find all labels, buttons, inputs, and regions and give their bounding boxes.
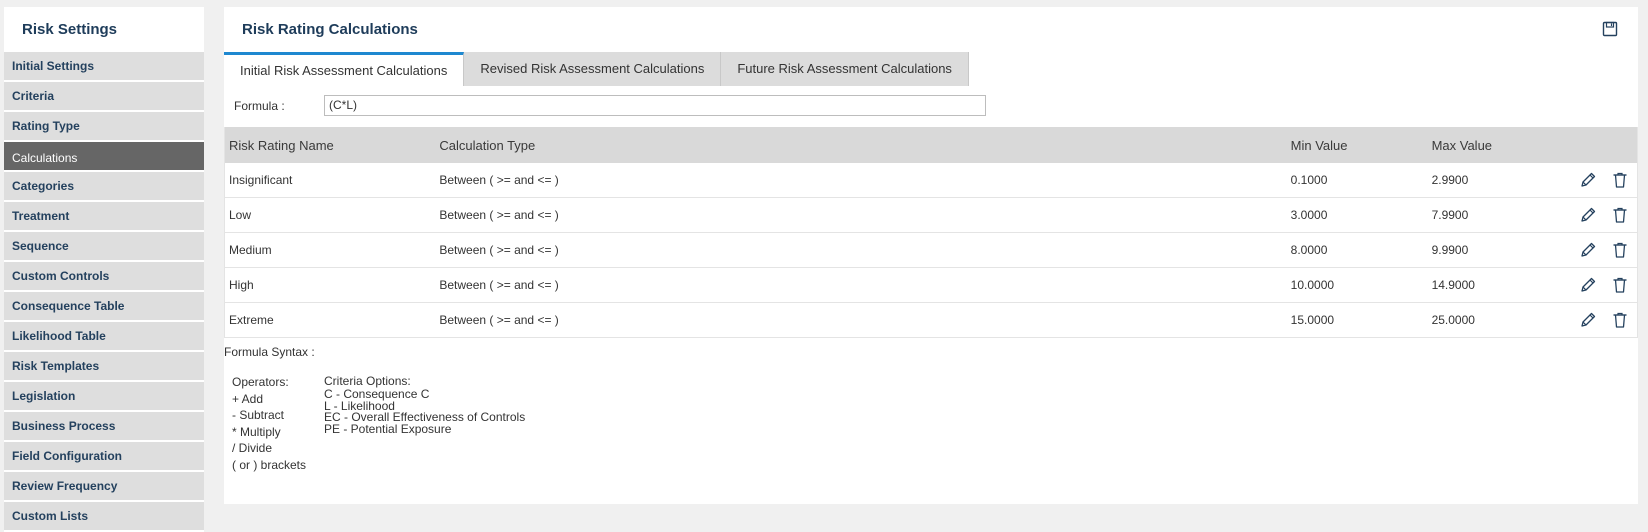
- operator-item: + Add: [232, 391, 264, 406]
- sidebar-item-consequence-table[interactable]: Consequence Table: [4, 292, 204, 322]
- edit-pencil-icon[interactable]: [1579, 171, 1597, 189]
- tab-future-risk-assessment[interactable]: Future Risk Assessment Calculations: [721, 52, 969, 86]
- sidebar-item-review-frequency[interactable]: Review Frequency: [4, 472, 204, 502]
- cell-max-value: 7.9900: [1427, 197, 1558, 233]
- sidebar-item-categories[interactable]: Categories: [4, 172, 204, 202]
- cell-risk-rating-name: Medium: [224, 232, 436, 268]
- cell-actions: [1557, 163, 1638, 198]
- sidebar-item-initial-settings[interactable]: Initial Settings: [4, 52, 204, 82]
- risk-rating-table: Risk Rating Name Calculation Type Min Va…: [224, 127, 1638, 338]
- cell-max-value: 9.9900: [1427, 232, 1558, 268]
- edit-pencil-icon[interactable]: [1579, 206, 1597, 224]
- operators-list: Operators: + Add - Subtract * Multiply /…: [232, 374, 306, 473]
- operator-item: ( or ) brackets: [232, 457, 307, 472]
- operator-item: - Subtract: [232, 408, 285, 422]
- tab-initial-risk-assessment[interactable]: Initial Risk Assessment Calculations: [224, 52, 465, 86]
- criteria-options-list: Criteria Options: C - Consequence C L - …: [324, 374, 525, 435]
- edit-pencil-icon[interactable]: [1579, 276, 1597, 294]
- cell-min-value: 10.0000: [1286, 267, 1428, 303]
- page-title: Risk Rating Calculations: [242, 21, 418, 38]
- sidebar-title: Risk Settings: [22, 21, 118, 38]
- cell-calculation-type: Between ( >= and <= ): [435, 267, 1287, 303]
- sidebar-item-sequence[interactable]: Sequence: [4, 232, 204, 262]
- table-row: High Between ( >= and <= ) 10.0000 14.9000: [224, 267, 1638, 303]
- cell-actions: [1557, 302, 1638, 338]
- cell-calculation-type: Between ( >= and <= ): [435, 232, 1287, 268]
- column-header-min-value: Min Value: [1286, 127, 1428, 163]
- cell-max-value: 2.9900: [1427, 163, 1558, 198]
- criteria-item: PE - Potential Exposure: [324, 421, 452, 436]
- formula-syntax-title: Formula Syntax :: [224, 345, 315, 359]
- column-header-actions: [1557, 127, 1638, 163]
- sidebar-item-legislation[interactable]: Legislation: [4, 382, 204, 412]
- column-header-max-value: Max Value: [1427, 127, 1558, 163]
- cell-risk-rating-name: Extreme: [224, 302, 436, 338]
- save-icon[interactable]: [1602, 21, 1618, 37]
- delete-trash-icon[interactable]: [1611, 171, 1629, 189]
- cell-actions: [1557, 232, 1638, 268]
- cell-max-value: 14.9000: [1427, 267, 1558, 303]
- cell-calculation-type: Between ( >= and <= ): [435, 302, 1287, 338]
- cell-calculation-type: Between ( >= and <= ): [435, 197, 1287, 233]
- sidebar-item-likelihood-table[interactable]: Likelihood Table: [4, 322, 204, 352]
- formula-label: Formula :: [234, 99, 285, 113]
- cell-min-value: 8.0000: [1286, 232, 1428, 268]
- column-header-risk-rating-name: Risk Rating Name: [224, 127, 436, 163]
- delete-trash-icon[interactable]: [1611, 241, 1629, 259]
- cell-min-value: 0.1000: [1286, 163, 1428, 198]
- sidebar-item-rating-type[interactable]: Rating Type: [4, 112, 204, 142]
- cell-calculation-type: Between ( >= and <= ): [435, 163, 1287, 198]
- delete-trash-icon[interactable]: [1611, 206, 1629, 224]
- sidebar-item-criteria[interactable]: Criteria: [4, 82, 204, 112]
- edit-pencil-icon[interactable]: [1579, 241, 1597, 259]
- formula-input[interactable]: (C*L): [324, 95, 986, 116]
- sidebar-item-calculations[interactable]: Calculations: [4, 142, 204, 172]
- delete-trash-icon[interactable]: [1611, 276, 1629, 294]
- cell-actions: [1557, 197, 1638, 233]
- cell-risk-rating-name: Low: [224, 197, 436, 233]
- sidebar-item-business-process[interactable]: Business Process: [4, 412, 204, 442]
- table-header-row: Risk Rating Name Calculation Type Min Va…: [224, 127, 1638, 163]
- table-row: Medium Between ( >= and <= ) 8.0000 9.9900: [224, 232, 1638, 268]
- operators-title: Operators:: [232, 375, 289, 389]
- operator-item: * Multiply: [232, 424, 281, 439]
- sidebar-item-risk-templates[interactable]: Risk Templates: [4, 352, 204, 382]
- table-row: Low Between ( >= and <= ) 3.0000 7.9900: [224, 197, 1638, 233]
- cell-risk-rating-name: Insignificant: [224, 163, 436, 198]
- main-panel: Risk Rating Calculations Initial Risk As…: [224, 7, 1638, 504]
- sidebar-item-custom-lists[interactable]: Custom Lists: [4, 502, 204, 532]
- tab-bar: Initial Risk Assessment Calculations Rev…: [224, 52, 969, 86]
- table-row: Insignificant Between ( >= and <= ) 0.1000…: [224, 163, 1638, 198]
- cell-max-value: 25.0000: [1427, 302, 1558, 338]
- operator-item: / Divide: [232, 441, 273, 455]
- sidebar-item-field-configuration[interactable]: Field Configuration: [4, 442, 204, 472]
- tab-revised-risk-assessment[interactable]: Revised Risk Assessment Calculations: [464, 52, 722, 86]
- column-header-calculation-type: Calculation Type: [435, 127, 1287, 163]
- cell-risk-rating-name: High: [224, 267, 436, 303]
- table-row: Extreme Between ( >= and <= ) 15.0000 25.00…: [224, 302, 1638, 338]
- sidebar: Risk Settings Initial Settings Criteria …: [4, 7, 204, 532]
- sidebar-item-treatment[interactable]: Treatment: [4, 202, 204, 232]
- cell-min-value: 15.0000: [1286, 302, 1428, 338]
- cell-actions: [1557, 267, 1638, 303]
- delete-trash-icon[interactable]: [1611, 311, 1629, 329]
- edit-pencil-icon[interactable]: [1579, 311, 1597, 329]
- cell-min-value: 3.0000: [1286, 197, 1428, 233]
- sidebar-item-custom-controls[interactable]: Custom Controls: [4, 262, 204, 292]
- criteria-options-title: Criteria Options:: [324, 374, 411, 388]
